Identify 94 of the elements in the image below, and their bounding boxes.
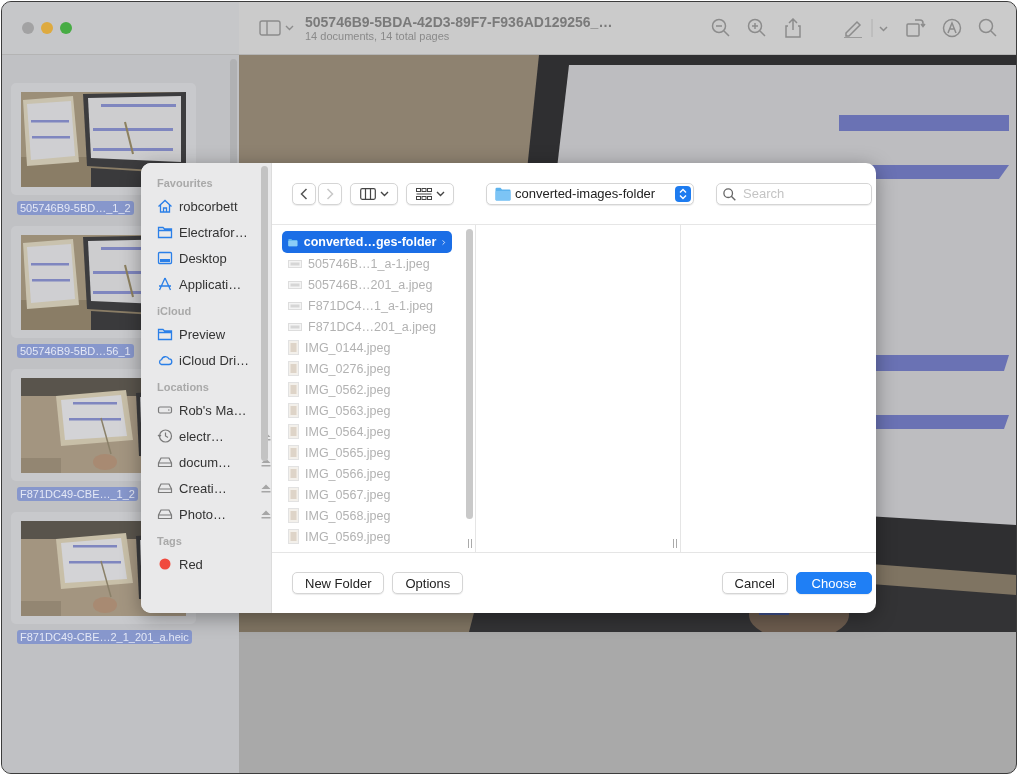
image-file-icon [288, 258, 302, 269]
image-file-icon [288, 382, 299, 397]
file-item: IMG_0569.jpeg [282, 526, 452, 547]
scrollbar[interactable] [261, 166, 268, 461]
sidebar-item[interactable]: docum… [157, 449, 271, 475]
sidebar-item[interactable]: robcorbett [157, 193, 271, 219]
thumbnail-label: 505746B9-5BD…56_1 [17, 344, 134, 358]
sidebar-item[interactable]: Desktop [157, 245, 271, 271]
sidebar-item[interactable]: Electrafor… [157, 219, 271, 245]
file-item: F871DC4…1_a-1.jpeg [282, 295, 452, 316]
file-item: IMG_0568.jpeg [282, 505, 452, 526]
window-title: 505746B9-5BDA-42D3-89F7-F936AD129256_… [305, 14, 613, 30]
image-file-icon [288, 340, 299, 355]
resize-handle-icon[interactable] [467, 539, 473, 548]
dialog-button[interactable]: Options [392, 572, 464, 594]
image-file-icon [288, 279, 302, 290]
section-heading: iCloud [157, 305, 193, 317]
image-file-icon [288, 508, 299, 523]
zoom-button[interactable] [60, 22, 72, 34]
eject-icon[interactable] [261, 509, 271, 519]
sidebar-item[interactable]: iCloud Dri… [157, 347, 271, 373]
image-file-icon [288, 403, 299, 418]
chevron-icon[interactable] [871, 18, 889, 38]
file-item: IMG_0567.jpeg [282, 484, 452, 505]
home-icon [157, 198, 173, 214]
document-count: 14 documents, 14 total pages [305, 30, 451, 42]
image-file-icon [288, 466, 299, 481]
rotate-icon[interactable] [905, 18, 926, 38]
close-button[interactable] [22, 22, 34, 34]
sidebar-item[interactable]: Preview [157, 321, 271, 347]
image-file-icon [288, 529, 299, 544]
file-item: 505746B…1_a-1.jpeg [282, 253, 452, 274]
file-item: IMG_0564.jpeg [282, 421, 452, 442]
search-field[interactable]: Search [716, 182, 872, 205]
zoom-out-icon[interactable] [711, 18, 731, 38]
section-heading: Locations [157, 381, 210, 393]
pen-icon[interactable] [843, 18, 863, 38]
thumbnail-label: F871DC49-CBE…2_1_201_a.heic [17, 630, 192, 644]
image-file-icon [288, 487, 299, 502]
sidebar-item[interactable]: Applicati… [157, 271, 271, 297]
sidebar-item[interactable]: Photo… [157, 501, 271, 527]
clock-icon [157, 428, 173, 444]
group-button[interactable] [406, 182, 454, 205]
file-item[interactable]: converted…ges-folder [282, 231, 452, 253]
markup-icon[interactable] [942, 18, 962, 38]
sidebar-toggle-icon[interactable] [259, 19, 295, 37]
chevron-right-icon [442, 237, 446, 247]
image-file-icon [288, 321, 302, 332]
back-button[interactable] [292, 182, 316, 205]
dialog-button[interactable]: New Folder [292, 572, 385, 594]
up-down-icon [679, 187, 687, 200]
image-file-icon [288, 445, 299, 460]
chevron-left-icon [300, 187, 308, 200]
sidebar-item[interactable]: Rob's Ma… [157, 397, 271, 423]
minimize-button[interactable] [41, 22, 53, 34]
file-item: IMG_0144.jpeg [282, 337, 452, 358]
file-item: IMG_0562.jpeg [282, 379, 452, 400]
image-file-icon [288, 361, 299, 376]
folder-icon [495, 186, 511, 201]
thumbnail-label: 505746B9-5BD…_1_2 [17, 201, 134, 215]
zoom-in-icon[interactable] [747, 18, 767, 38]
scrollbar[interactable] [466, 229, 473, 519]
location-popup[interactable]: converted-images-folder [486, 182, 694, 205]
image-file-icon [288, 300, 302, 311]
file-item: F871DC4…201_a.jpeg [282, 316, 452, 337]
sidebar-item[interactable]: Red [157, 551, 271, 577]
sidebar-item[interactable]: electr… [157, 423, 271, 449]
file-item: IMG_0563.jpeg [282, 400, 452, 421]
choose-button[interactable]: Choose [796, 572, 872, 594]
file-item: IMG_0566.jpeg [282, 463, 452, 484]
grid-icon [415, 187, 432, 200]
columns-icon [359, 187, 376, 200]
file-item: IMG_0276.jpeg [282, 358, 452, 379]
chevron-down-icon [379, 190, 389, 197]
resize-handle-icon[interactable] [672, 539, 678, 548]
folder-icon [157, 326, 173, 342]
desktop-icon [157, 250, 173, 266]
share-icon[interactable] [783, 18, 803, 38]
eject-icon[interactable] [261, 483, 271, 493]
file-item: 505746B…201_a.jpeg [282, 274, 452, 295]
column-view-button[interactable] [350, 182, 398, 205]
section-heading: Favourites [157, 177, 214, 189]
sidebar-item[interactable]: Creati… [157, 475, 271, 501]
chevron-down-icon [435, 190, 445, 197]
folder-icon [157, 224, 173, 240]
apps-icon [157, 276, 173, 292]
image-file-icon [288, 424, 299, 439]
file-item: IMG_0565.jpeg [282, 442, 452, 463]
search-icon [723, 187, 736, 201]
dialog-button[interactable]: Cancel [721, 572, 788, 594]
search-icon[interactable] [978, 18, 998, 38]
thumbnail-label: F871DC49-CBE…_1_2 [17, 487, 138, 501]
section-heading: Tags [157, 535, 183, 547]
chevron-right-icon [326, 187, 334, 200]
